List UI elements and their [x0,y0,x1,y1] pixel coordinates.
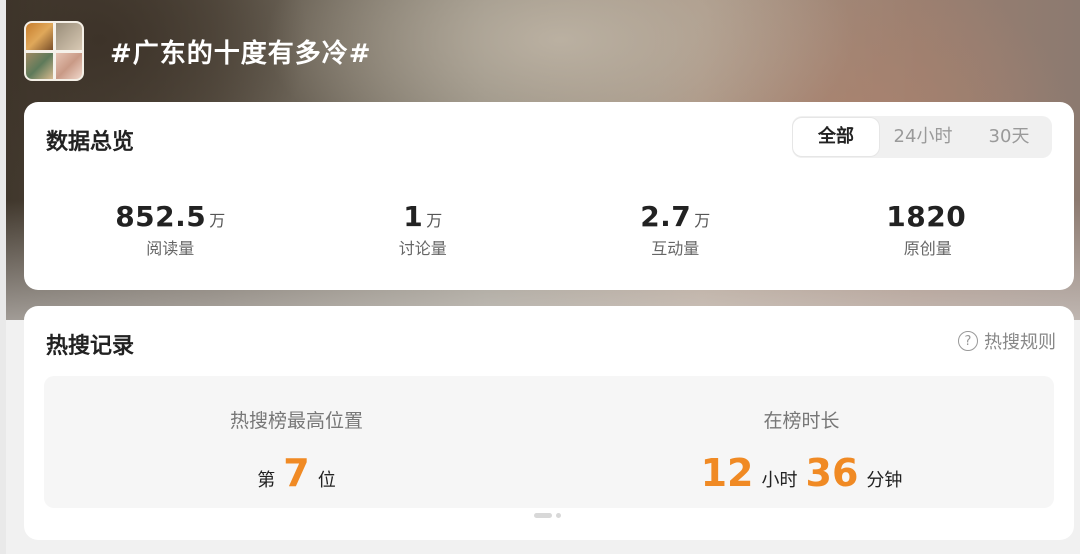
tab-all[interactable]: 全部 [792,117,880,157]
stat-unit: 万 [209,211,226,230]
duration-label: 在榜时长 [763,410,840,432]
stat-unit: 万 [426,211,443,230]
best-position-label: 热搜榜最高位置 [229,410,363,432]
duration-value: 12 小时 36 分钟 [549,451,1054,495]
stat-discussions: 1万 讨论量 [297,200,550,259]
topic-header: #广东的十度有多冷# [24,20,372,82]
hours-unit: 小时 [761,470,798,491]
stat-value-line: 1万 [297,200,550,233]
overview-title: 数据总览 [46,130,135,155]
stat-originals: 1820 原创量 [802,200,1055,259]
page-indicator [534,513,561,518]
thumbnail-tile [55,52,82,79]
position-number: 7 [283,451,310,495]
tab-24h[interactable]: 24小时 [880,116,966,158]
stat-interactions: 2.7 万 互动量 [549,200,802,259]
duration-minutes: 36 [805,451,859,495]
stat-value: 1820 [886,200,967,233]
rules-label: 热搜规则 [984,332,1056,353]
thumbnail-tile [26,23,53,50]
stat-value: 1 [403,200,424,233]
hot-search-title: 热搜记录 [46,334,135,359]
duration-record: 在榜时长 12 小时 36 分钟 [549,376,1054,508]
thumbnail-tile [55,23,82,50]
stat-value-line: 852.5 万 [44,200,297,233]
topic-title: #广东的十度有多冷# [110,38,372,69]
stat-value: 852.5 [115,200,207,233]
position-suffix: 位 [317,470,336,491]
topic-thumbnail [24,21,84,81]
page-dot [556,513,561,518]
stat-value-line: 2.7 万 [549,200,802,233]
stat-label: 讨论量 [398,239,447,258]
stat-label: 互动量 [651,239,700,258]
stat-value-line: 1820 [802,200,1055,233]
overview-card: 数据总览 全部 24小时 30天 852.5 万 阅读量 1万 讨论量 2.7 万 … [24,102,1074,290]
duration-hours: 12 [700,451,754,495]
stats-row: 852.5 万 阅读量 1万 讨论量 2.7 万 互动量 1820 原创量 [44,200,1054,259]
stat-unit: 万 [694,211,711,230]
time-range-tabs: 全部 24小时 30天 [792,116,1052,158]
best-position-record: 热搜榜最高位置 第 7 位 [44,376,549,508]
tab-30d[interactable]: 30天 [966,116,1052,158]
page-dot-active [534,513,552,518]
position-prefix: 第 [257,470,276,491]
stat-label: 阅读量 [146,239,195,258]
hot-search-record-box: 热搜榜最高位置 第 7 位 在榜时长 12 小时 36 分钟 [44,376,1054,508]
thumbnail-tile [26,52,53,79]
stat-value: 2.7 [640,200,692,233]
hot-search-rules-link[interactable]: ? 热搜规则 [958,328,1056,354]
stat-reads: 852.5 万 阅读量 [44,200,297,259]
left-edge [0,0,6,554]
question-circle-icon: ? [958,331,978,351]
best-position-value: 第 7 位 [44,451,549,495]
stat-label: 原创量 [903,239,952,258]
hot-search-card: 热搜记录 ? 热搜规则 热搜榜最高位置 第 7 位 在榜时长 12 小时 36 … [24,306,1074,540]
minutes-unit: 分钟 [866,470,903,491]
